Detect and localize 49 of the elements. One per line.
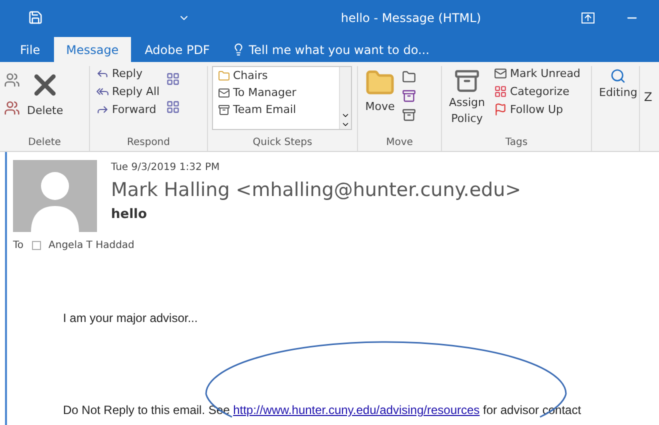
zoom-button[interactable]: Z	[640, 90, 652, 151]
quick-step-item[interactable]: Team Email	[216, 102, 336, 117]
lightbulb-icon	[232, 43, 245, 56]
grid-icon	[494, 85, 507, 98]
respond-button[interactable]: Reply	[94, 66, 162, 81]
flag-icon	[494, 103, 507, 116]
move-button[interactable]: Move	[362, 66, 398, 116]
ribbon-tab[interactable]: File	[8, 37, 52, 62]
recipient-name[interactable]: Angela T Haddad	[48, 240, 134, 251]
ribbon-display-icon[interactable]	[581, 12, 595, 24]
group-label: Delete	[28, 137, 61, 150]
save-icon[interactable]	[28, 10, 43, 25]
envelope-icon	[218, 86, 230, 98]
envelope-icon	[494, 67, 507, 80]
tag-button[interactable]: Categorize	[492, 84, 582, 99]
expand-icon[interactable]	[341, 120, 350, 129]
ribbon-tab[interactable]: Message	[54, 37, 131, 62]
archive-icon	[218, 104, 230, 116]
window-title: hello - Message (HTML)	[340, 10, 481, 24]
sender-name: Mark Halling <mhalling@hunter.cuny.edu>	[111, 179, 522, 201]
message-subject: hello	[111, 207, 148, 222]
quick-steps-gallery[interactable]: Chairs To Manager Team Email	[212, 66, 352, 130]
checkbox-icon	[32, 241, 41, 250]
message-date: Tue 9/3/2019 1:32 PM	[111, 162, 221, 173]
quick-step-item[interactable]: To Manager	[216, 85, 336, 100]
reply-all-icon	[96, 85, 109, 98]
assign-policy-button[interactable]: Assign Policy	[446, 66, 488, 128]
quick-step-item[interactable]: Chairs	[216, 68, 336, 83]
forward-icon	[96, 103, 109, 116]
delete-button[interactable]: Delete	[24, 66, 66, 120]
cabinet-icon	[454, 68, 480, 94]
group-label: Tags	[505, 137, 528, 150]
tag-button[interactable]: Follow Up	[492, 102, 582, 117]
tell-me-field[interactable]: Tell me what you want to do...	[232, 37, 430, 62]
reply-icon	[96, 67, 109, 80]
resource-link[interactable]: http://www.hunter.cuny.edu/advising/resources	[233, 403, 480, 417]
respond-button[interactable]: Reply All	[94, 84, 162, 99]
to-label: To	[13, 240, 24, 251]
respond-button[interactable]: Forward	[94, 102, 162, 117]
folder-icon	[218, 70, 230, 82]
search-icon	[610, 68, 626, 84]
group-label: Respond	[126, 137, 170, 150]
ribbon-tab[interactable]: Adobe PDF	[132, 37, 222, 62]
tag-button[interactable]: Mark Unread	[492, 66, 582, 81]
group-label: Move	[386, 137, 413, 150]
group-label: Quick Steps	[252, 137, 312, 150]
scroll-down-icon[interactable]	[341, 111, 350, 120]
body-paragraph: I am your major advisor...	[63, 311, 199, 325]
editing-button[interactable]: Editing	[596, 66, 640, 102]
